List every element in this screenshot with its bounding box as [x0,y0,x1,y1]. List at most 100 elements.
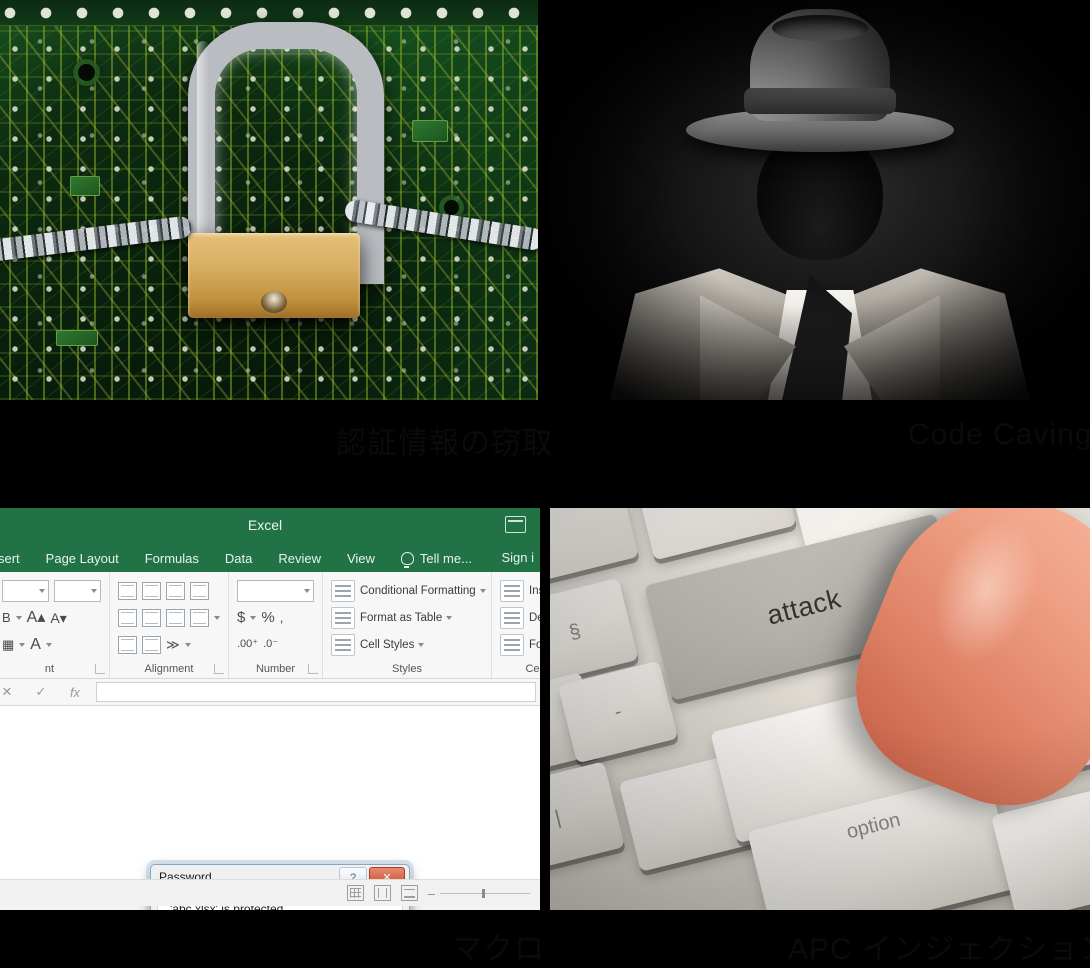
decrease-decimal-icon[interactable]: .0⁻ [263,639,278,650]
borders-icon[interactable]: ▦ [2,638,14,651]
ribbon-group-label-styles: Styles [392,663,422,675]
pcb-via [78,64,95,81]
zoom-slider[interactable]: – [428,886,530,901]
font-color-icon[interactable]: A [30,636,41,653]
chevron-down-icon[interactable] [446,615,453,620]
format-cells-icon[interactable] [500,633,524,656]
page-layout-icon[interactable] [373,885,391,901]
chevron-down-icon[interactable] [19,642,26,647]
delete-cells-icon[interactable] [500,606,524,629]
ribbon-group-alignment: ≫ Alignment [110,572,229,678]
caption-credential-theft: 認証情報の窃取 [336,427,553,460]
lightbulb-icon [400,551,414,568]
decrease-indent-icon[interactable] [118,635,137,654]
caption-macro: マクロ [452,933,545,966]
chevron-down-icon[interactable] [214,615,220,620]
padlock-body [188,233,360,318]
cancel-entry-icon[interactable]: ✕ [0,684,24,700]
increase-decimal-icon[interactable]: .00⁺ [237,639,258,650]
zoom-track[interactable] [440,888,530,898]
worksheet-area[interactable]: Password ? ✕ 'abc.xlsx' is protected. Pa… [0,706,540,910]
format-as-table-button[interactable]: Format as Table [360,612,453,624]
chevron-down-icon[interactable] [15,615,22,620]
insert-function-icon[interactable]: fx [58,685,92,700]
fedora-band [744,88,896,114]
merge-cells-icon[interactable] [190,608,209,627]
font-size-combo[interactable] [54,579,101,602]
tell-me-box[interactable]: Tell me... [400,550,472,568]
pcb-chip [412,120,448,142]
tab-formulas[interactable]: Formulas [145,551,199,566]
decrease-font-icon[interactable]: A▾ [50,611,66,625]
status-bar: – [0,879,540,906]
pcb-via [444,200,459,215]
format-button[interactable]: Format [529,639,540,651]
format-as-table-icon[interactable] [331,606,355,629]
chevron-down-icon[interactable] [418,642,425,647]
chevron-down-icon[interactable] [250,615,257,620]
wrap-text-icon[interactable]: ≫ [166,638,180,651]
conditional-formatting-icon[interactable] [331,579,355,602]
tab-data[interactable]: Data [225,551,252,566]
image-apc-injection: § ? - | return attack alt option [550,508,1090,910]
increase-font-icon[interactable]: A▴ [27,609,46,626]
confirm-entry-icon[interactable]: ✓ [24,684,58,700]
ribbon-group-number: $ % , .00⁺ .0⁻ Number [229,572,323,678]
ribbon-group-cells: Insert Delete Format [492,572,540,678]
font-dialog-launcher[interactable] [95,664,105,674]
align-left-icon[interactable] [118,608,137,627]
conditional-formatting-button[interactable]: Conditional Formatting [360,585,486,597]
restore-window-icon[interactable] [505,516,526,533]
align-bottom-icon[interactable] [166,581,185,600]
tell-me-label: Tell me... [419,550,472,566]
ribbon-group-label-cells: Cells [525,663,540,675]
cell-styles-button[interactable]: Cell Styles [360,639,425,651]
key-blank-2 [633,508,797,561]
orientation-icon[interactable] [190,581,209,600]
percent-icon[interactable]: % [261,610,274,625]
zoom-out-icon[interactable]: – [428,886,435,901]
excel-title: Excel [247,517,283,533]
align-middle-icon[interactable] [142,581,161,600]
zoom-thumb[interactable] [482,888,485,898]
page-break-icon[interactable] [400,885,418,901]
insert-button[interactable]: Insert [529,585,540,597]
increase-indent-icon[interactable] [142,635,161,654]
font-name-combo[interactable] [2,579,49,602]
tab-view[interactable]: View [347,551,375,566]
ribbon-group-styles: Conditional Formatting Format as Table C… [323,572,492,678]
ribbon-group-label-font: nt [44,663,55,675]
comma-style-icon[interactable]: , [280,611,284,624]
tab-page-layout[interactable]: Page Layout [46,551,119,566]
delete-button[interactable]: Delete [529,612,540,624]
image-macro: Excel sert Page Layout Formulas Data Rev… [0,508,540,910]
sign-in-link[interactable]: Sign i [501,550,534,565]
cell-styles-icon[interactable] [331,633,355,656]
align-top-icon[interactable] [118,581,137,600]
align-right-icon[interactable] [166,608,185,627]
number-dialog-launcher[interactable] [308,664,318,674]
chevron-down-icon[interactable] [184,642,191,647]
key-pipe: | [550,761,625,875]
chevron-down-icon[interactable] [45,642,52,647]
excel-ribbon: B A▴ A▾ ▦ A nt ≫ Alignment $ % , .00⁺ .0… [0,572,540,679]
insert-cells-icon[interactable] [500,579,524,602]
pcb-chip [70,176,100,196]
key-blank-1 [550,508,639,593]
formula-input[interactable] [96,682,536,702]
formula-bar: ✕ ✓ fx [0,679,540,706]
number-format-combo[interactable] [237,579,314,602]
chevron-down-icon[interactable] [479,588,486,593]
caption-code-caving: Code Caving [908,418,1090,451]
caption-apc-injection: APC インジェクション [788,933,1090,966]
ribbon-group-label-alignment: Alignment [144,663,194,675]
tab-insert[interactable]: sert [0,551,20,566]
tab-review[interactable]: Review [278,551,321,566]
image-code-caving [550,0,1090,400]
currency-icon[interactable]: $ [237,610,245,625]
normal-view-icon[interactable] [346,885,364,901]
bold-icon[interactable]: B [2,611,11,624]
alignment-dialog-launcher[interactable] [214,664,224,674]
align-center-icon[interactable] [142,608,161,627]
collage-stage: 認証情報の窃取 Code Caving Excel sert Page Layo… [0,0,1090,966]
